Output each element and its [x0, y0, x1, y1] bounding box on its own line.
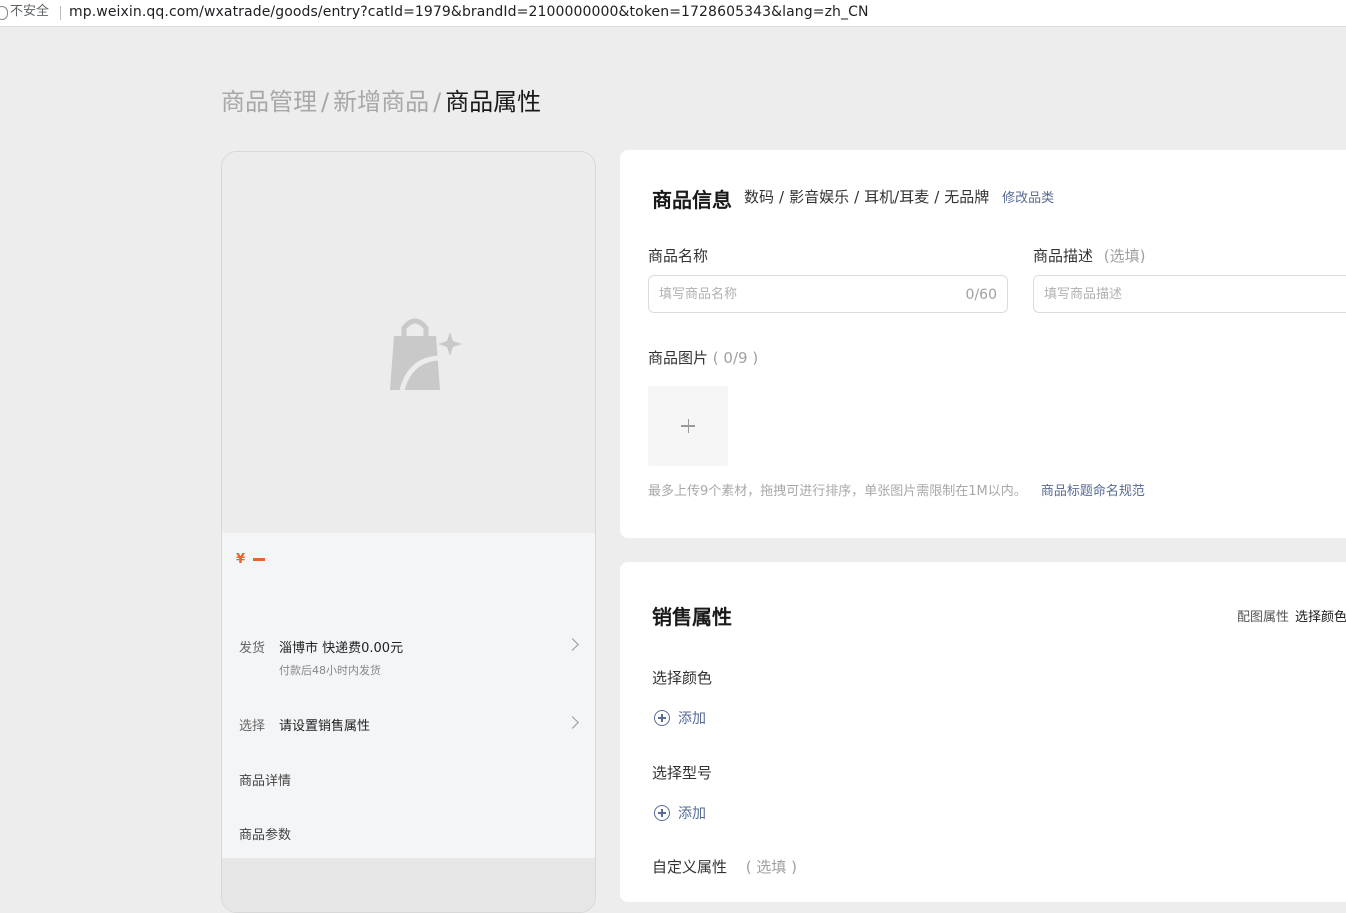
category-item: 数码: [744, 188, 775, 206]
custom-label-text: 自定义属性: [652, 858, 728, 876]
browser-address-bar[interactable]: 不安全 mp.weixin.qq.com/wxatrade/goods/entr…: [0, 0, 1346, 27]
category-separator: /: [934, 188, 940, 206]
category-item: 耳机/耳麦: [864, 188, 930, 206]
add-circle-icon: [654, 805, 670, 821]
chevron-right-icon[interactable]: [566, 638, 579, 651]
select-value: 请设置销售属性: [279, 719, 371, 734]
breadcrumb-item-new-goods[interactable]: 新增商品: [333, 88, 429, 116]
images-label-text: 商品图片: [648, 349, 709, 367]
price-symbol: ¥: [236, 552, 246, 567]
info-icon[interactable]: [0, 6, 8, 20]
breadcrumb-separator: /: [433, 88, 442, 116]
desc-optional: (选填): [1103, 247, 1146, 265]
category-item: 无品牌: [944, 188, 990, 206]
breadcrumb-item-goods-management[interactable]: 商品管理: [221, 88, 317, 116]
category-separator: /: [854, 188, 860, 206]
select-key: 选择: [239, 719, 266, 734]
product-preview-phone: ¥ 发货 淄博市 快递费0.00元 付款后48小时内发货 选择 请设置销售属性 商品…: [221, 151, 596, 913]
divider: [60, 6, 61, 20]
breadcrumb: 商品管理 / 新增商品 / 商品属性: [221, 82, 541, 117]
name-input[interactable]: 填写商品名称 0/60: [648, 275, 1008, 313]
breadcrumb-separator: /: [321, 88, 330, 116]
select-row[interactable]: 选择 请设置销售属性: [239, 715, 370, 734]
modify-category-link[interactable]: 修改品类: [1002, 191, 1054, 206]
desc-label-text: 商品描述: [1033, 247, 1094, 265]
shipping-sub: 付款后48小时内发货: [279, 664, 381, 677]
desc-label: 商品描述 (选填): [1033, 245, 1146, 266]
shopping-bag-icon: [390, 318, 462, 391]
chevron-right-icon[interactable]: [566, 716, 579, 729]
model-label: 选择型号: [652, 764, 713, 782]
desc-placeholder: 填写商品描述: [1044, 287, 1123, 302]
add-color-button[interactable]: 添加: [654, 708, 706, 728]
category-path: 数码 / 影音娱乐 / 耳机/耳麦 / 无品牌 修改品类: [744, 186, 1054, 207]
custom-attribute-label: 自定义属性 ( 选填 ): [652, 856, 797, 877]
sales-attributes-title: 销售属性: [652, 605, 732, 629]
preview-bottom-area: [222, 858, 595, 912]
price-placeholder: [253, 558, 266, 561]
config-value[interactable]: 选择颜色: [1295, 610, 1346, 625]
shipping-row[interactable]: 发货 淄博市 快递费0.00元 付款后48小时内发货: [239, 637, 403, 678]
add-label: 添加: [678, 711, 706, 727]
desc-input[interactable]: 填写商品描述: [1033, 275, 1346, 313]
preview-image-area: [222, 152, 595, 533]
images-label: 商品图片 ( 0/9 ): [648, 347, 758, 368]
category-separator: /: [779, 188, 785, 206]
product-info-card: 商品信息 数码 / 影音娱乐 / 耳机/耳麦 / 无品牌 修改品类 商品名称 填写商品名称 …: [620, 150, 1346, 538]
add-model-button[interactable]: 添加: [654, 803, 706, 823]
breadcrumb-item-current: 商品属性: [445, 88, 542, 116]
shipping-value: 淄博市 快递费0.00元: [279, 641, 404, 656]
details-row[interactable]: 商品详情: [239, 770, 291, 789]
custom-optional: ( 选填 ): [745, 858, 798, 876]
add-label: 添加: [678, 806, 706, 822]
config-label: 配图属性: [1237, 610, 1290, 625]
naming-rules-link[interactable]: 商品标题命名规范: [1041, 484, 1145, 499]
images-count: ( 0/9 ): [712, 349, 759, 367]
name-label: 商品名称: [648, 247, 709, 265]
product-info-title: 商品信息: [652, 188, 732, 212]
sales-attributes-card: 销售属性 配图属性 选择颜色 选择颜色 添加 选择型号 添加 自定义属性 ( 选填…: [620, 562, 1346, 902]
shipping-key: 发货: [239, 641, 266, 656]
security-label[interactable]: 不安全: [10, 0, 49, 24]
name-char-count: 0/60: [965, 287, 997, 303]
upload-hint-text: 最多上传9个素材，拖拽可进行排序，单张图片需限制在1M以内。: [648, 484, 1027, 499]
image-upload-button[interactable]: [648, 386, 728, 466]
price: ¥: [236, 552, 266, 567]
category-item: 影音娱乐: [789, 188, 850, 206]
config-image-attribute[interactable]: 配图属性 选择颜色: [1237, 606, 1346, 625]
color-label: 选择颜色: [652, 669, 713, 687]
upload-hint: 最多上传9个素材，拖拽可进行排序，单张图片需限制在1M以内。 商品标题命名规范: [648, 480, 1145, 499]
name-placeholder: 填写商品名称: [659, 287, 738, 302]
url-text[interactable]: mp.weixin.qq.com/wxatrade/goods/entry?ca…: [69, 0, 869, 24]
add-circle-icon: [654, 710, 670, 726]
params-row[interactable]: 商品参数: [239, 824, 291, 843]
